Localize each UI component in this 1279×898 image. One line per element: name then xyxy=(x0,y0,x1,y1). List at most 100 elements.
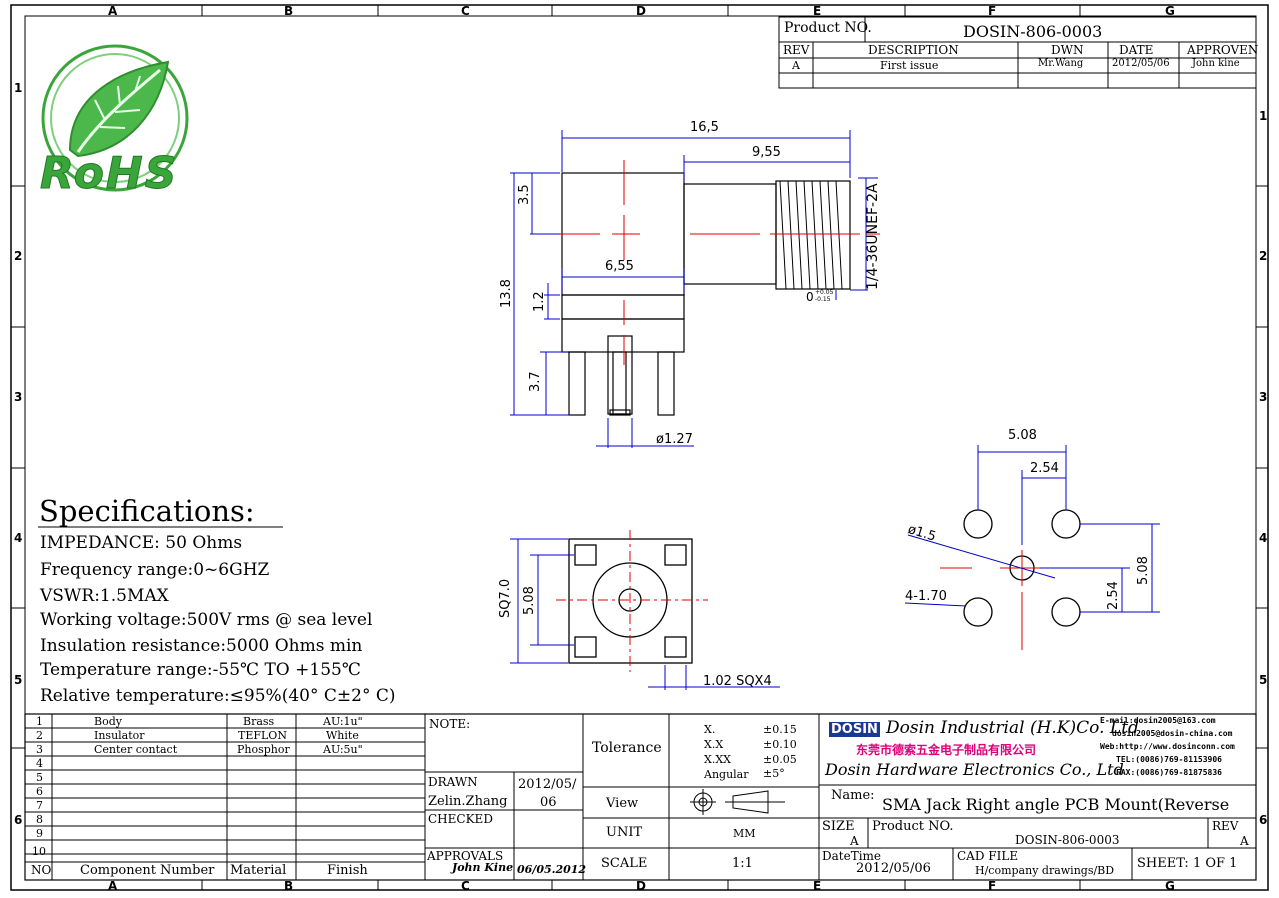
spec-relative-temperature: Relative temperature:≤95%(40° C±2° C) xyxy=(40,686,396,706)
col-label-f-bottom: F xyxy=(988,879,997,893)
drawn-label: DRAWN xyxy=(428,775,478,789)
bom-no-4: 4 xyxy=(36,757,43,770)
bom-finish-1: AU:1u" xyxy=(323,715,363,728)
tolerance-angular-label: Angular xyxy=(704,768,749,781)
cad-label: CAD FILE xyxy=(957,849,1019,863)
row-label-4-right: 4 xyxy=(1259,531,1268,545)
dim-total-length: 16,5 xyxy=(690,120,719,135)
bom-footer-finish: Finish xyxy=(327,863,368,878)
top-row-date: 2012/05/06 xyxy=(1112,58,1170,69)
scale-label: SCALE xyxy=(601,856,648,871)
dim-tolerance-zero: 0 xyxy=(806,290,814,304)
dim-pad-size: 1.02 SQX4 xyxy=(703,674,772,689)
company-name-cn: 东莞市德索五金电子制品有限公司 xyxy=(856,743,1037,757)
drawn-date-b: 06 xyxy=(540,795,557,810)
bom-no-7: 7 xyxy=(36,799,43,812)
name-value: SMA Jack Right angle PCB Mount(Reverse xyxy=(882,795,1230,814)
col-label-f: F xyxy=(988,4,997,18)
dim-pin-diameter: ø1.27 xyxy=(656,432,693,447)
row-label-6-right: 6 xyxy=(1259,813,1268,827)
tolerance-label: Tolerance xyxy=(592,740,662,756)
rohs-logo-text: RoHS xyxy=(39,148,179,199)
top-header-approven: APPROVEN xyxy=(1187,43,1259,57)
size-label: SIZE xyxy=(822,819,855,834)
dim-square-pitch: 5.08 xyxy=(522,586,537,615)
bom-footer-component: Component Number xyxy=(80,863,215,878)
company-name-en2: Dosin Hardware Electronics Co., Ltd xyxy=(825,760,1124,779)
sheet-label: SHEET: 1 OF 1 xyxy=(1137,856,1238,871)
bom-material-3: Phosphor xyxy=(237,743,290,756)
dim-thread-length: 9,55 xyxy=(752,145,781,160)
bom-name-2: Insulator xyxy=(94,729,145,742)
company-fax: FAX:(0086)769-81875836 xyxy=(1116,768,1222,777)
dim-pcb-pitch: 5.08 xyxy=(1008,428,1037,443)
spec-frequency: Frequency range:0~6GHZ xyxy=(40,560,270,580)
bottom-view-dimensions xyxy=(510,538,780,690)
bom-no-9: 9 xyxy=(36,827,43,840)
spec-impedance: IMPEDANCE: 50 Ohms xyxy=(40,533,243,553)
top-row-rev: A xyxy=(792,59,800,72)
spec-vswr: VSWR:1.5MAX xyxy=(40,586,169,606)
bom-no-6: 6 xyxy=(36,785,43,798)
dim-pcb-half-pitch-v: 2.54 xyxy=(1106,581,1121,610)
tolerance-angular-value: ±5° xyxy=(763,767,785,780)
bom-no-5: 5 xyxy=(36,771,43,784)
view-label: View xyxy=(606,796,639,811)
unit-label: UNIT xyxy=(606,825,643,840)
col-label-a: A xyxy=(108,4,118,18)
col-label-b-bottom: B xyxy=(284,879,294,893)
approval-signature: John Kine xyxy=(452,861,514,874)
company-tel: TEL:(0086)769-81153906 xyxy=(1116,755,1222,764)
pcb-centerlines xyxy=(940,518,1100,650)
bom-material-2: TEFLON xyxy=(238,729,287,742)
top-product-no-label: Product NO. xyxy=(784,20,872,36)
specifications-heading: Specifications: xyxy=(39,494,255,528)
tolerance-xxx-label: X.XX xyxy=(704,753,731,766)
col-label-g: G xyxy=(1165,4,1175,18)
bom-name-3: Center contact xyxy=(94,743,178,756)
cad-value: H/company drawings/BD xyxy=(975,864,1115,877)
approval-date: 06/05.2012 xyxy=(517,863,587,876)
col-label-d-bottom: D xyxy=(636,879,646,893)
dim-thread-spec: 1/4-36UNEF-2A xyxy=(865,183,881,290)
dim-pcb-pitch-v: 5.08 xyxy=(1136,556,1151,585)
col-label-c-bottom: C xyxy=(461,879,470,893)
dim-top-height: 3.5 xyxy=(517,184,532,205)
row-label-3: 3 xyxy=(14,390,23,404)
bottom-product-no: DOSIN-806-0003 xyxy=(1015,833,1120,847)
dim-pcb-ground-holes: 4-1.70 xyxy=(905,589,947,604)
row-label-5-right: 5 xyxy=(1259,673,1268,687)
bom-finish-3: AU:5u" xyxy=(323,743,363,756)
bottom-view-centerlines xyxy=(556,530,708,672)
note-label: NOTE: xyxy=(429,717,471,731)
date-value: 2012/05/06 xyxy=(856,861,931,876)
top-product-no: DOSIN-806-0003 xyxy=(963,22,1103,41)
drawn-date-a: 2012/05/ xyxy=(518,777,577,792)
top-header-dwn: DWN xyxy=(1051,43,1084,57)
bom-footer-material: Material xyxy=(230,863,287,878)
row-label-6: 6 xyxy=(14,813,23,827)
dim-tolerance-minus: -0.15 xyxy=(815,296,831,303)
row-label-2-right: 2 xyxy=(1259,249,1268,263)
bom-no-3: 3 xyxy=(36,743,43,756)
bom-name-1: Body xyxy=(94,715,122,728)
tolerance-x-label: X. xyxy=(704,723,716,736)
col-label-g-bottom: G xyxy=(1165,879,1175,893)
row-label-1-right: 1 xyxy=(1259,109,1268,123)
rev-value: A xyxy=(1240,834,1249,848)
spec-working-voltage: Working voltage:500V rms @ sea level xyxy=(40,610,373,630)
dim-total-height: 13.8 xyxy=(499,279,514,308)
company-email-1: E-mail:dosin2005@163.com xyxy=(1100,716,1216,725)
tolerance-xx-value: ±0.10 xyxy=(763,738,797,751)
top-row-approven: John kine xyxy=(1192,58,1240,69)
row-label-1: 1 xyxy=(14,81,23,95)
bom-no-2: 2 xyxy=(36,729,43,742)
checked-label: CHECKED xyxy=(428,812,493,826)
spec-insulation: Insulation resistance:5000 Ohms min xyxy=(40,636,363,656)
col-label-e: E xyxy=(813,4,822,18)
row-label-2: 2 xyxy=(14,249,23,263)
size-value: A xyxy=(850,834,859,848)
unit-value: MM xyxy=(733,827,756,840)
tolerance-x-value: ±0.15 xyxy=(763,723,797,736)
rev-label: REV xyxy=(1212,819,1239,833)
